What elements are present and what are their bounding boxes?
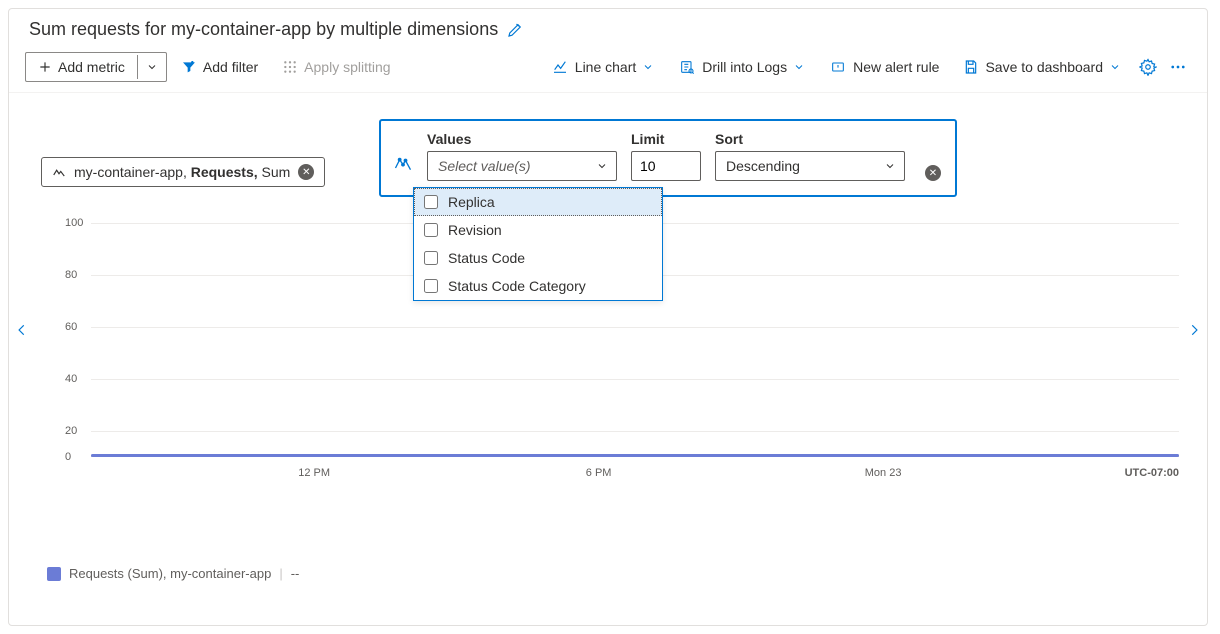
- drill-logs-label: Drill into Logs: [702, 59, 787, 75]
- chevron-down-icon: [884, 160, 896, 172]
- chart-series-line: [91, 454, 1179, 457]
- toolbar: Add metric Add filter Apply splitting Li…: [9, 40, 1207, 93]
- next-time-range-button[interactable]: [1187, 319, 1201, 341]
- remove-metric-icon[interactable]: ✕: [298, 164, 314, 180]
- splitting-icon: [393, 131, 413, 173]
- metrics-panel: Sum requests for my-container-app by mul…: [8, 8, 1208, 626]
- y-tick: 60: [65, 321, 77, 333]
- add-metric-button-group: Add metric: [25, 52, 167, 82]
- x-tick: 6 PM: [586, 467, 612, 479]
- chart-legend: Requests (Sum), my-container-app | --: [47, 566, 299, 581]
- x-tick: 12 PM: [298, 467, 330, 479]
- chart-title: Sum requests for my-container-app by mul…: [29, 19, 498, 40]
- add-filter-button[interactable]: Add filter: [171, 53, 268, 81]
- settings-icon[interactable]: [1135, 52, 1161, 82]
- y-tick: 20: [65, 425, 77, 437]
- values-option-revision[interactable]: Revision: [414, 216, 662, 244]
- sort-select[interactable]: Descending: [715, 151, 905, 181]
- values-dropdown-popup: Replica Revision Status Code Status Code…: [413, 187, 663, 301]
- add-metric-dropdown[interactable]: [137, 55, 166, 79]
- values-checkbox-status-code-category[interactable]: [424, 279, 438, 293]
- drill-logs-dropdown[interactable]: Drill into Logs: [668, 53, 815, 81]
- apply-splitting-button: Apply splitting: [272, 53, 400, 81]
- values-option-status-code[interactable]: Status Code: [414, 244, 662, 272]
- values-option-status-code-category[interactable]: Status Code Category: [414, 272, 662, 300]
- timezone-label: UTC-07:00: [1125, 467, 1179, 479]
- legend-color-swatch: [47, 567, 61, 581]
- metric-pill[interactable]: my-container-app, Requests, Sum ✕: [41, 157, 325, 187]
- y-tick: 100: [65, 217, 83, 229]
- edit-title-icon[interactable]: [506, 21, 524, 39]
- save-dashboard-dropdown[interactable]: Save to dashboard: [953, 53, 1131, 81]
- legend-series-label: Requests (Sum), my-container-app: [69, 566, 271, 581]
- y-tick: 0: [65, 451, 71, 463]
- save-dashboard-label: Save to dashboard: [985, 59, 1103, 75]
- values-checkbox-replica[interactable]: [424, 195, 438, 209]
- new-alert-label: New alert rule: [853, 59, 939, 75]
- chart-type-dropdown[interactable]: Line chart: [541, 53, 664, 81]
- values-option-replica[interactable]: Replica: [414, 188, 662, 216]
- sort-label: Sort: [715, 131, 905, 147]
- x-tick: Mon 23: [865, 467, 902, 479]
- chevron-down-icon: [596, 160, 608, 172]
- limit-input[interactable]: [631, 151, 701, 181]
- values-label: Values: [427, 131, 617, 147]
- legend-value: --: [291, 566, 300, 581]
- y-tick: 80: [65, 269, 77, 281]
- remove-splitting-icon[interactable]: ✕: [925, 165, 941, 181]
- chart-type-label: Line chart: [575, 59, 636, 75]
- values-select[interactable]: Select value(s): [427, 151, 617, 181]
- metric-icon: [52, 165, 66, 179]
- chart-area: my-container-app, Requests, Sum ✕ Values…: [9, 93, 1207, 113]
- limit-label: Limit: [631, 131, 701, 147]
- values-checkbox-revision[interactable]: [424, 223, 438, 237]
- title-bar: Sum requests for my-container-app by mul…: [9, 9, 1207, 40]
- add-metric-label: Add metric: [58, 59, 125, 75]
- metric-pill-text: my-container-app, Requests, Sum: [74, 164, 290, 180]
- apply-splitting-label: Apply splitting: [304, 59, 390, 75]
- add-metric-button[interactable]: Add metric: [26, 53, 137, 81]
- new-alert-button[interactable]: New alert rule: [819, 53, 949, 81]
- prev-time-range-button[interactable]: [15, 319, 29, 341]
- more-icon[interactable]: [1165, 52, 1191, 82]
- y-tick: 40: [65, 373, 77, 385]
- values-checkbox-status-code[interactable]: [424, 251, 438, 265]
- splitting-config-box: Values Select value(s) Limit Sort Descen…: [379, 119, 957, 197]
- add-filter-label: Add filter: [203, 59, 258, 75]
